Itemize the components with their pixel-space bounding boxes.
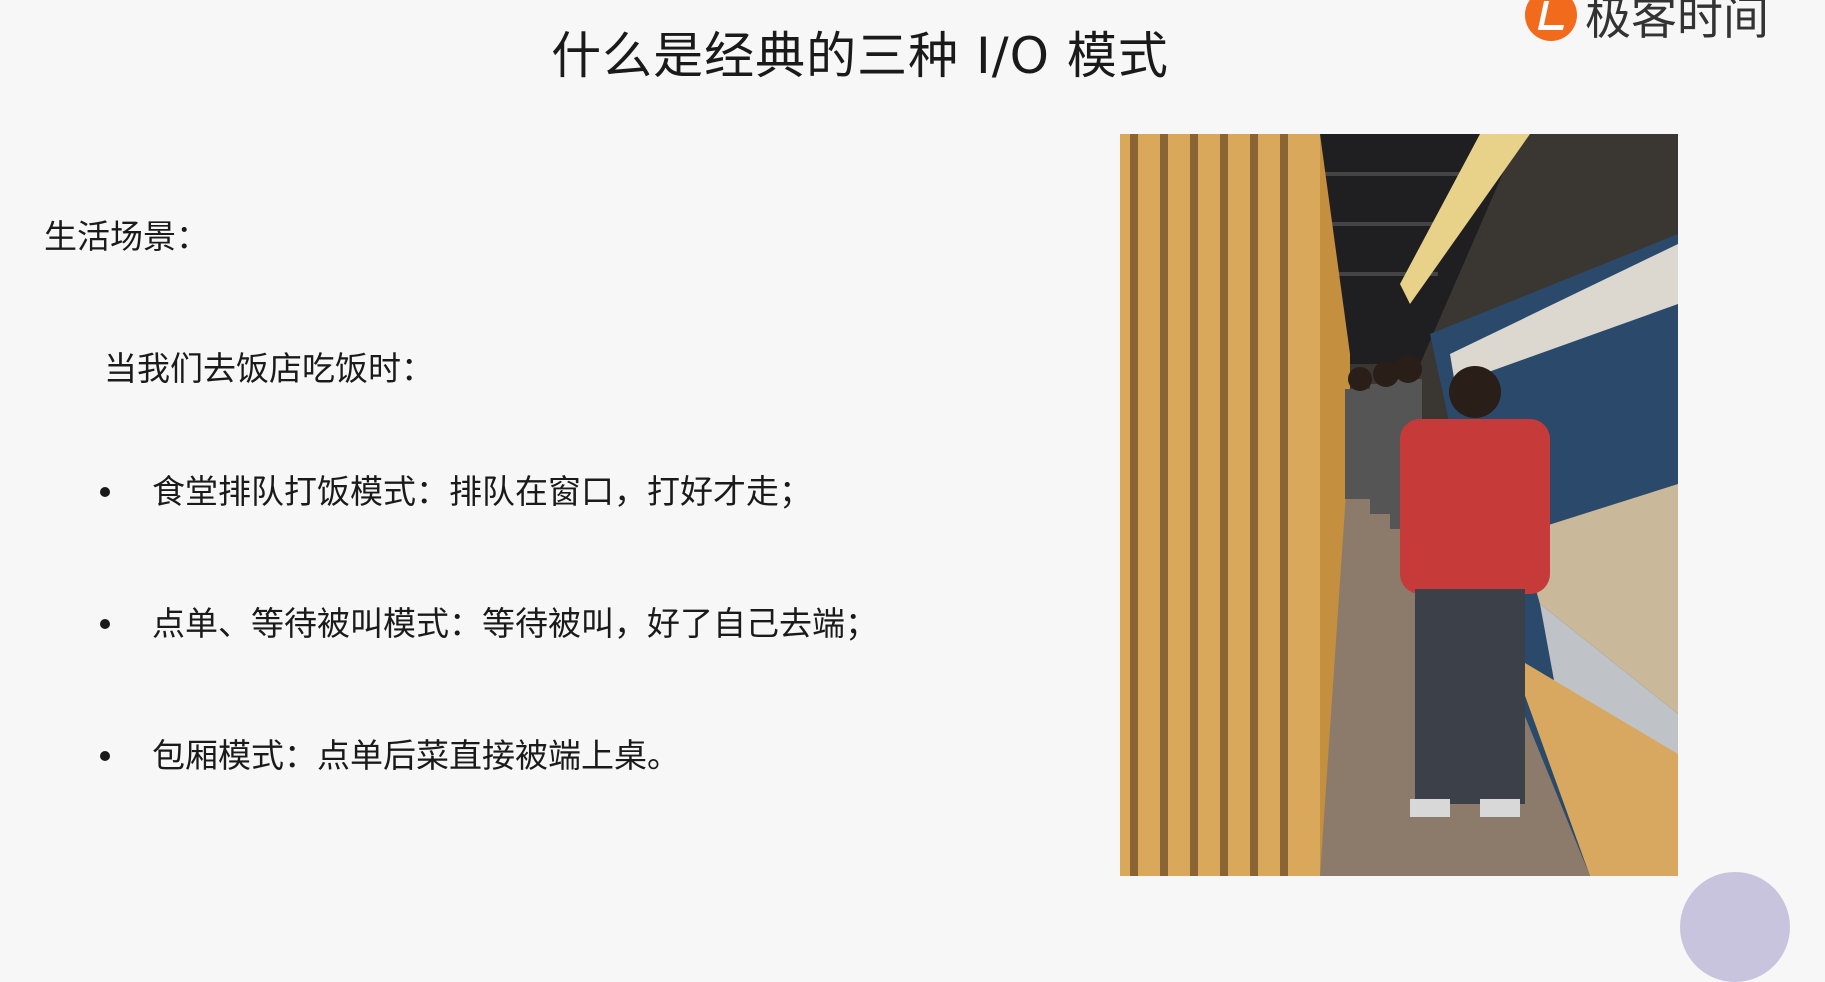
bullet-item: 食堂排队打饭模式：排队在窗口，打好才走；	[96, 470, 878, 514]
logo-icon	[1525, 0, 1577, 41]
bullet-dot-icon	[100, 487, 110, 497]
bullet-dot-icon	[100, 619, 110, 629]
canteen-queue-photo	[1120, 134, 1678, 876]
section-label: 生活场景：	[44, 217, 209, 256]
logo: 极客时间	[1525, 0, 1825, 50]
slide-title: 什么是经典的三种 I/O 模式	[551, 27, 1169, 85]
bullet-text: 食堂排队打饭模式：排队在窗口，打好才走；	[152, 472, 812, 511]
bullet-text: 点单、等待被叫模式：等待被叫，好了自己去端；	[152, 604, 878, 643]
corner-decoration	[1680, 872, 1790, 982]
bullet-item: 点单、等待被叫模式：等待被叫，好了自己去端；	[96, 602, 878, 646]
bullet-text: 包厢模式：点单后菜直接被端上桌。	[152, 736, 680, 775]
bullet-list: 食堂排队打饭模式：排队在窗口，打好才走； 点单、等待被叫模式：等待被叫，好了自己…	[96, 470, 878, 866]
logo-text: 极客时间	[1585, 0, 1769, 45]
sub-label: 当我们去饭店吃饭时：	[104, 349, 434, 388]
bullet-dot-icon	[100, 751, 110, 761]
bullet-item: 包厢模式：点单后菜直接被端上桌。	[96, 734, 878, 778]
